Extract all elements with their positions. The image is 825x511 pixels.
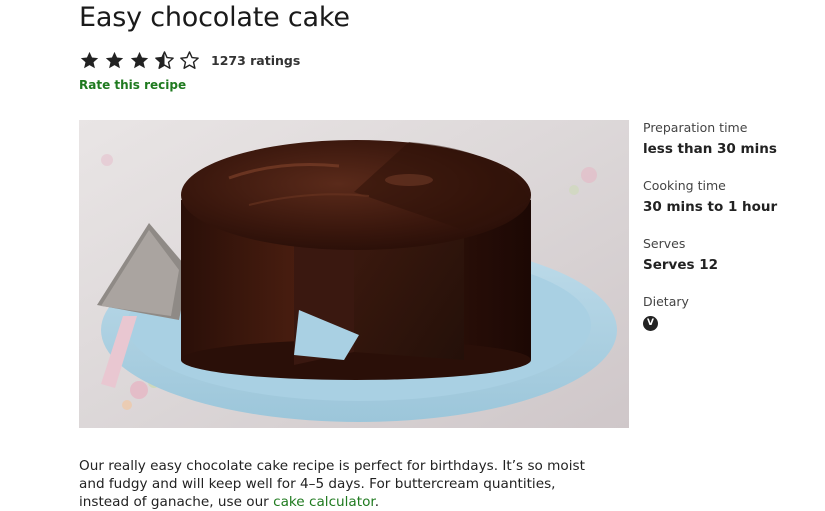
serves-value: Serves 12 (643, 257, 719, 273)
cook-time: Cooking time 30 mins to 1 hour (643, 178, 813, 216)
serves: Serves Serves 12 (643, 236, 813, 274)
ratings-count: 1273 ratings (211, 52, 301, 68)
recipe-description: Our really easy chocolate cake recipe is… (79, 457, 599, 511)
recipe-hero-image (79, 120, 629, 428)
star-empty-icon[interactable] (179, 50, 200, 71)
dietary-label: Dietary (643, 294, 689, 309)
cook-time-value: 30 mins to 1 hour (643, 199, 778, 215)
recipe-info-sidebar: Preparation time less than 30 mins Cooki… (643, 120, 813, 351)
recipe-title: Easy chocolate cake (79, 2, 350, 33)
star-full-icon[interactable] (79, 50, 100, 71)
star-rating[interactable] (79, 50, 200, 71)
star-full-icon[interactable] (129, 50, 150, 71)
rating-row: 1273 ratings (79, 49, 300, 71)
dietary: Dietary V (643, 294, 813, 331)
prep-time-label: Preparation time (643, 120, 748, 135)
cook-time-label: Cooking time (643, 178, 726, 193)
cake-calculator-link[interactable]: cake calculator (273, 494, 375, 510)
vegetarian-icon[interactable]: V (643, 315, 658, 331)
serves-label: Serves (643, 236, 686, 251)
chocolate-cake-photo (79, 120, 629, 428)
description-end: . (374, 494, 380, 510)
rate-recipe-link[interactable]: Rate this recipe (79, 78, 186, 92)
prep-time: Preparation time less than 30 mins (643, 120, 813, 158)
prep-time-value: less than 30 mins (643, 141, 777, 157)
star-half-icon[interactable] (154, 50, 175, 71)
star-full-icon[interactable] (104, 50, 125, 71)
